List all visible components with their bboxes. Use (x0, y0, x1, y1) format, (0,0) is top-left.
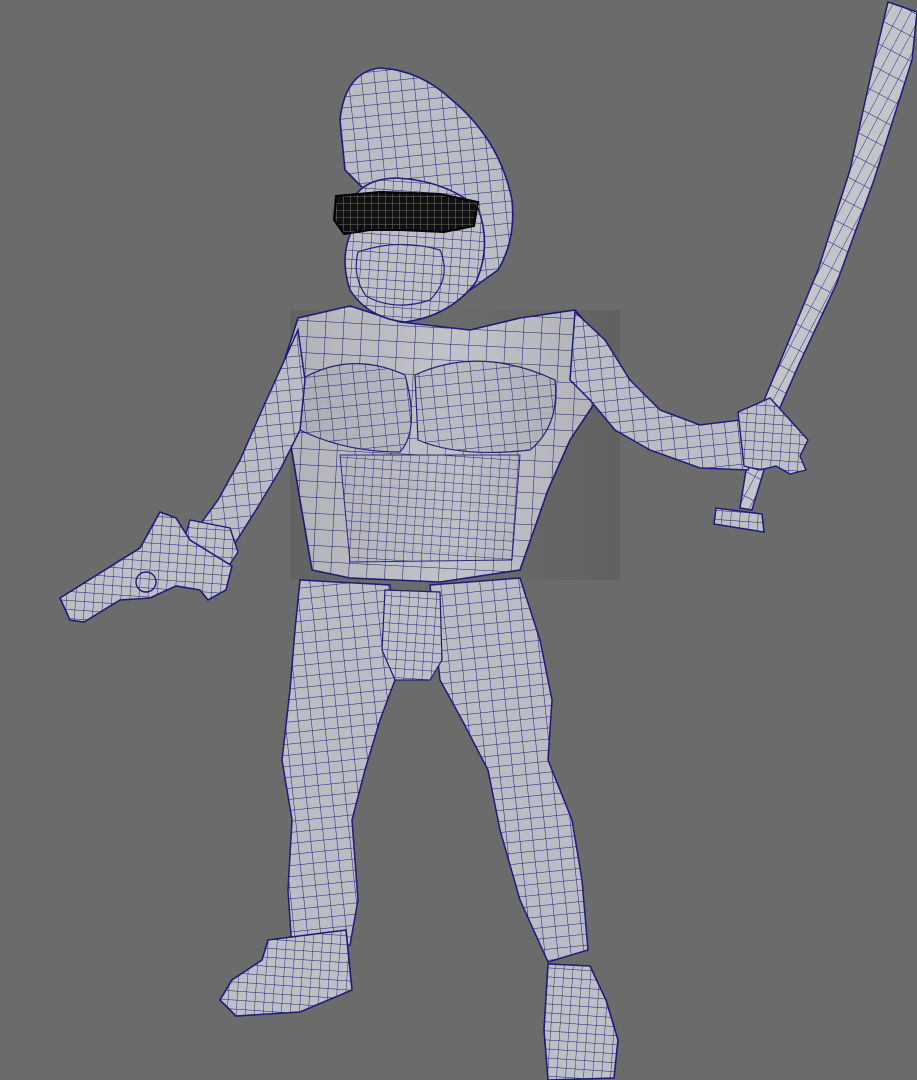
sunglasses[interactable] (332, 190, 480, 236)
character-legs[interactable] (281, 577, 589, 963)
3d-viewport[interactable] (0, 0, 917, 1080)
character-torso[interactable] (277, 305, 620, 583)
viewport-canvas[interactable] (0, 0, 917, 1080)
character-left-arm[interactable] (183, 327, 306, 571)
